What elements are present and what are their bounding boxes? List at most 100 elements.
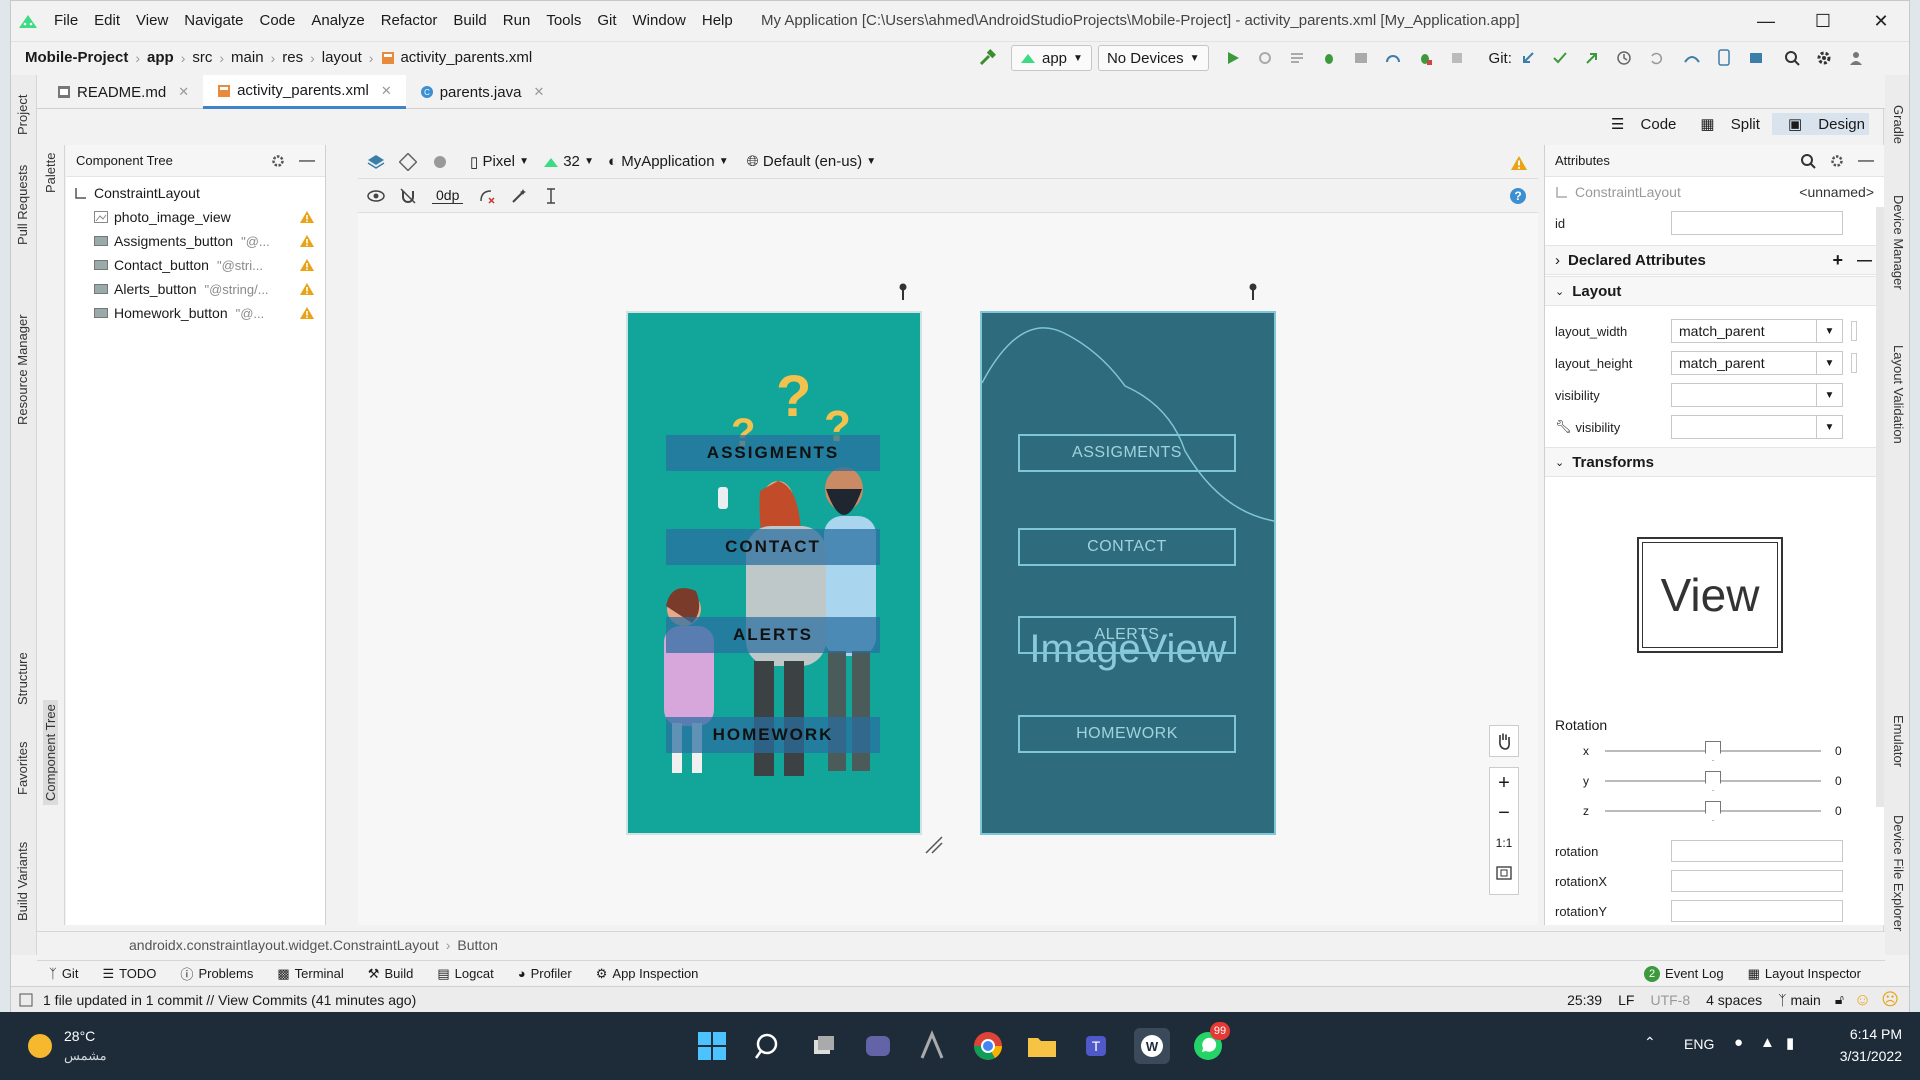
settings-gear-icon[interactable] bbox=[1814, 48, 1834, 68]
sun-weather-icon[interactable] bbox=[28, 1034, 52, 1058]
add-attribute-icon[interactable]: + bbox=[1832, 250, 1843, 271]
emulator-tool-tab[interactable]: Emulator bbox=[1891, 715, 1906, 767]
problems-tool-window[interactable]: ⓘ Problems bbox=[180, 964, 253, 983]
stop-icon[interactable] bbox=[1447, 48, 1467, 68]
zoom-in-button[interactable]: + bbox=[1490, 768, 1518, 798]
sad-face-icon[interactable]: ☹ bbox=[1881, 990, 1899, 1010]
close-icon[interactable]: ✕ bbox=[178, 84, 189, 100]
warning-icon[interactable] bbox=[1510, 155, 1527, 170]
todo-tool-window[interactable]: ☰ TODO bbox=[102, 966, 156, 982]
git-commit-icon[interactable] bbox=[1550, 48, 1570, 68]
gradle-tool-tab[interactable]: Gradle bbox=[1891, 105, 1906, 144]
id-input[interactable] bbox=[1671, 211, 1843, 235]
crumb-layout[interactable]: layout bbox=[322, 49, 362, 66]
tools-visibility-dropdown[interactable]: ▼ bbox=[1817, 415, 1843, 439]
menu-edit[interactable]: Edit bbox=[94, 12, 120, 29]
view-options-eye-icon[interactable] bbox=[366, 186, 386, 206]
close-window-button[interactable]: ✕ bbox=[1861, 7, 1901, 35]
word-icon[interactable]: W bbox=[1134, 1028, 1170, 1064]
menu-help[interactable]: Help bbox=[702, 12, 733, 29]
layout-section[interactable]: ⌄ Layout bbox=[1545, 276, 1884, 306]
minimize-button[interactable]: — bbox=[1746, 7, 1786, 35]
warning-icon[interactable] bbox=[299, 234, 315, 248]
device-selector[interactable]: ▯ Pixel ▼ bbox=[470, 153, 529, 171]
alerts-button-preview[interactable]: ALERTS bbox=[666, 617, 880, 653]
coverage-icon[interactable] bbox=[1351, 48, 1371, 68]
tree-root-constraintlayout[interactable]: ConstraintLayout bbox=[66, 181, 325, 205]
windows-start-icon[interactable] bbox=[694, 1028, 730, 1064]
crumb-project[interactable]: Mobile-Project bbox=[25, 49, 128, 66]
zoom-actual-size-button[interactable]: 1:1 bbox=[1490, 828, 1518, 858]
device-manager-tool-tab[interactable]: Device Manager bbox=[1891, 195, 1906, 290]
resource-manager-tool-tab[interactable]: Resource Manager bbox=[15, 314, 30, 425]
pin-icon[interactable] bbox=[897, 283, 909, 301]
git-update-icon[interactable] bbox=[1518, 48, 1538, 68]
layout-inspector-tool-window[interactable]: ▦ Layout Inspector bbox=[1748, 966, 1861, 982]
resource-picker-icon[interactable] bbox=[1851, 353, 1857, 373]
event-log-tool-window[interactable]: 2 Event Log bbox=[1644, 965, 1724, 982]
contact-button-blueprint[interactable]: CONTACT bbox=[1018, 528, 1236, 566]
tree-item-contact-button[interactable]: Contact_button "@stri... bbox=[66, 253, 325, 277]
device-file-explorer-tool-tab[interactable]: Device File Explorer bbox=[1891, 815, 1906, 931]
panel-toggle-icon[interactable] bbox=[19, 993, 33, 1007]
resize-handle-icon[interactable] bbox=[924, 835, 944, 855]
run-icon[interactable] bbox=[1223, 48, 1243, 68]
menu-build[interactable]: Build bbox=[453, 12, 486, 29]
tree-item-assigments-button[interactable]: Assigments_button "@... bbox=[66, 229, 325, 253]
git-push-icon[interactable] bbox=[1582, 48, 1602, 68]
rotation-z-slider[interactable] bbox=[1605, 801, 1821, 821]
sdk-manager-icon[interactable] bbox=[1746, 48, 1766, 68]
pull-requests-tool-tab[interactable]: Pull Requests bbox=[15, 165, 30, 245]
layout-validation-tool-tab[interactable]: Layout Validation bbox=[1891, 345, 1906, 444]
transforms-section[interactable]: ⌄ Transforms bbox=[1545, 447, 1884, 477]
tree-item-homework-button[interactable]: Homework_button "@... bbox=[66, 301, 325, 325]
remove-attribute-icon[interactable]: — bbox=[1857, 252, 1872, 269]
infer-constraints-icon[interactable] bbox=[509, 186, 529, 206]
menu-code[interactable]: Code bbox=[259, 12, 295, 29]
settings-gear-icon[interactable] bbox=[271, 154, 285, 168]
resource-picker-icon[interactable] bbox=[1851, 321, 1857, 341]
crumb-src[interactable]: src bbox=[192, 49, 212, 66]
close-icon[interactable]: ✕ bbox=[381, 83, 392, 99]
layout-width-dropdown[interactable]: ▼ bbox=[1817, 319, 1843, 343]
breadcrumb-button[interactable]: Button bbox=[457, 937, 497, 953]
warning-icon[interactable] bbox=[299, 210, 315, 224]
layout-height-input[interactable]: match_parent bbox=[1671, 351, 1817, 375]
tree-item-photo-image-view[interactable]: photo_image_view bbox=[66, 205, 325, 229]
settings-gear-icon[interactable] bbox=[1830, 154, 1844, 168]
visibility-dropdown[interactable]: ▼ bbox=[1817, 383, 1843, 407]
declared-attributes-section[interactable]: › Declared Attributes + — bbox=[1545, 245, 1884, 275]
default-margin-selector[interactable]: 0dp bbox=[432, 187, 464, 204]
design-view-button[interactable]: ▣ Design bbox=[1771, 113, 1869, 135]
indent-setting[interactable]: 4 spaces bbox=[1706, 992, 1762, 1008]
attach-debugger-icon[interactable] bbox=[1415, 48, 1435, 68]
file-explorer-icon[interactable] bbox=[1024, 1028, 1060, 1064]
assigments-button-blueprint[interactable]: ASSIGMENTS bbox=[1018, 434, 1236, 472]
zoom-out-button[interactable]: − bbox=[1490, 798, 1518, 828]
menu-run[interactable]: Run bbox=[503, 12, 531, 29]
slider-thumb[interactable] bbox=[1705, 741, 1721, 761]
warning-icon[interactable] bbox=[299, 306, 315, 320]
logcat-tool-window[interactable]: ▤ Logcat bbox=[437, 966, 493, 982]
run-config-dropdown[interactable]: app ▼ bbox=[1011, 45, 1092, 71]
show-hidden-icons-chevron-icon[interactable]: ⌃ bbox=[1644, 1034, 1656, 1051]
homework-button-blueprint[interactable]: HOMEWORK bbox=[1018, 715, 1236, 753]
device-dropdown[interactable]: No Devices ▼ bbox=[1097, 45, 1209, 71]
build-tool-window[interactable]: ⚒ Build bbox=[368, 966, 414, 982]
warning-icon[interactable] bbox=[299, 258, 315, 272]
tab-readme[interactable]: README.md ✕ bbox=[43, 75, 203, 109]
chrome-icon[interactable] bbox=[970, 1028, 1006, 1064]
menu-tools[interactable]: Tools bbox=[546, 12, 581, 29]
rotation-x-slider[interactable] bbox=[1605, 741, 1821, 761]
file-encoding[interactable]: UTF-8 bbox=[1650, 992, 1690, 1008]
locale-selector[interactable]: 🌐︎ Default (en-us) ▼ bbox=[747, 153, 876, 170]
close-icon[interactable]: ✕ bbox=[533, 84, 544, 100]
split-view-button[interactable]: ▦ Split bbox=[1688, 115, 1760, 134]
git-tool-window[interactable]: ᛉ Git bbox=[49, 966, 78, 981]
menu-navigate[interactable]: Navigate bbox=[184, 12, 243, 29]
profile-icon[interactable] bbox=[1383, 48, 1403, 68]
breadcrumb-constraint-layout[interactable]: androidx.constraintlayout.widget.Constra… bbox=[129, 937, 439, 953]
clock-date[interactable]: 3/31/2022 bbox=[1820, 1048, 1902, 1064]
account-icon[interactable] bbox=[1846, 48, 1866, 68]
assigments-button-preview[interactable]: ASSIGMENTS bbox=[666, 435, 880, 471]
